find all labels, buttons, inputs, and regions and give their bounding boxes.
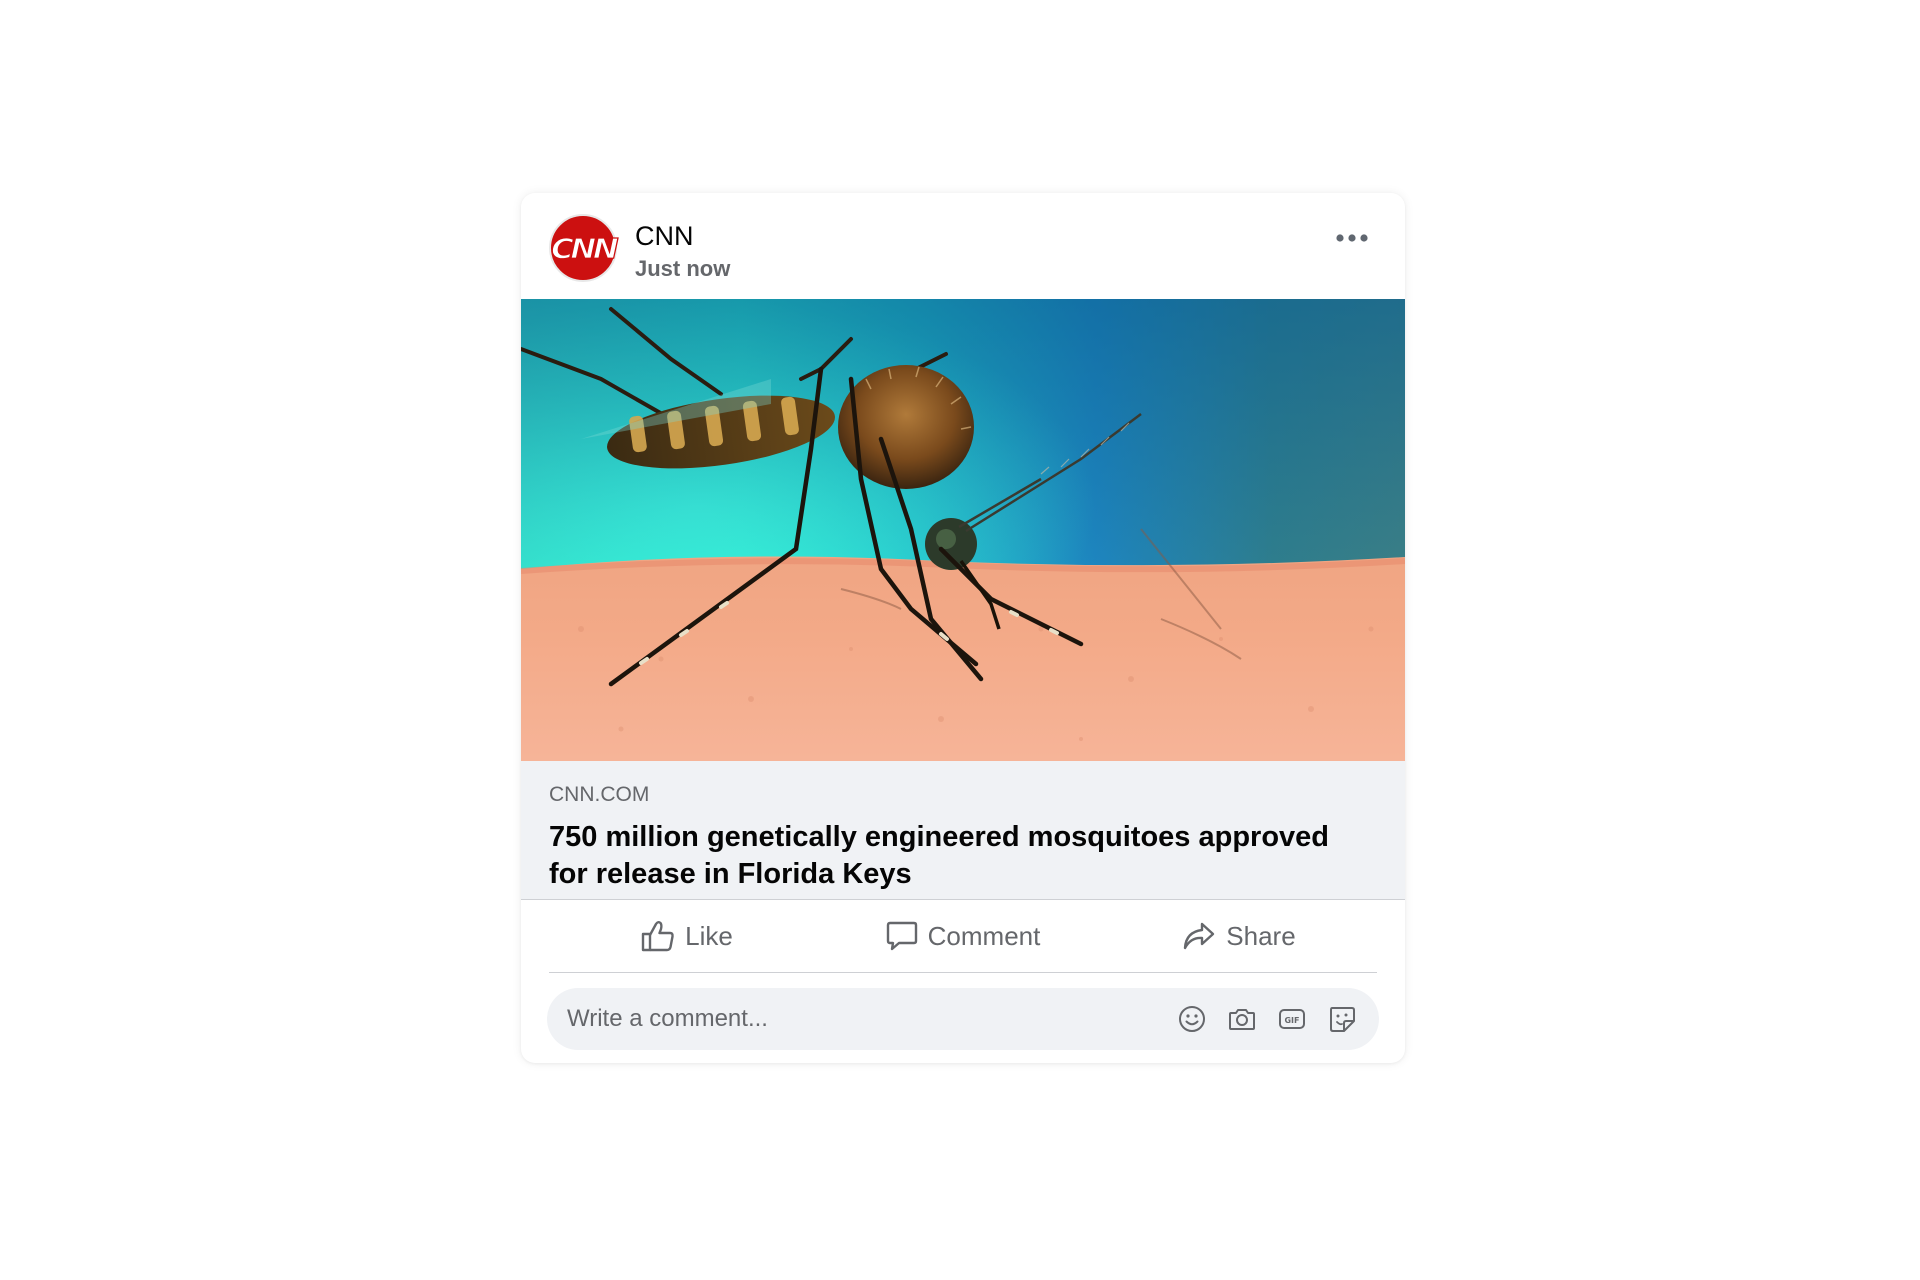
comment-icon bbox=[886, 921, 917, 951]
post-actions: Like Comment Share bbox=[549, 900, 1377, 973]
link-domain: CNN.COM bbox=[549, 783, 650, 806]
more-options-button[interactable] bbox=[1327, 223, 1377, 253]
more-horizontal-icon bbox=[1336, 234, 1368, 242]
link-preview[interactable]: CNN.COM 750 million genetically engineer… bbox=[521, 761, 1405, 900]
mosquito-photo bbox=[521, 299, 1405, 761]
post-header: CNN CNN Just now bbox=[521, 193, 1405, 299]
link-image[interactable] bbox=[521, 299, 1405, 761]
camera-icon[interactable] bbox=[1227, 1004, 1257, 1034]
like-label: Like bbox=[685, 920, 733, 951]
share-icon bbox=[1184, 922, 1215, 950]
post-card: CNN CNN Just now CNN.COM 750 million gen… bbox=[521, 193, 1405, 1063]
emoji-icon[interactable] bbox=[1177, 1004, 1207, 1034]
share-label: Share bbox=[1226, 920, 1296, 951]
author-name[interactable]: CNN bbox=[635, 221, 694, 252]
comment-icons: GIF bbox=[1177, 1004, 1357, 1034]
like-button[interactable]: Like bbox=[549, 920, 825, 952]
post-timestamp[interactable]: Just now bbox=[635, 256, 730, 282]
avatar-logo-text: CNN bbox=[550, 231, 619, 265]
author-avatar[interactable]: CNN bbox=[549, 214, 619, 282]
gif-icon[interactable]: GIF bbox=[1277, 1004, 1307, 1034]
thumbs-up-icon bbox=[641, 921, 674, 952]
sticker-icon[interactable] bbox=[1327, 1004, 1357, 1034]
svg-text:GIF: GIF bbox=[1284, 1016, 1299, 1025]
comment-label: Comment bbox=[927, 920, 1041, 951]
comment-bar: GIF bbox=[547, 988, 1379, 1050]
comment-input[interactable] bbox=[567, 988, 1127, 1050]
share-button[interactable]: Share bbox=[1101, 921, 1377, 952]
link-headline[interactable]: 750 million genetically engineered mosqu… bbox=[549, 819, 1369, 893]
comment-button[interactable]: Comment bbox=[825, 920, 1101, 952]
